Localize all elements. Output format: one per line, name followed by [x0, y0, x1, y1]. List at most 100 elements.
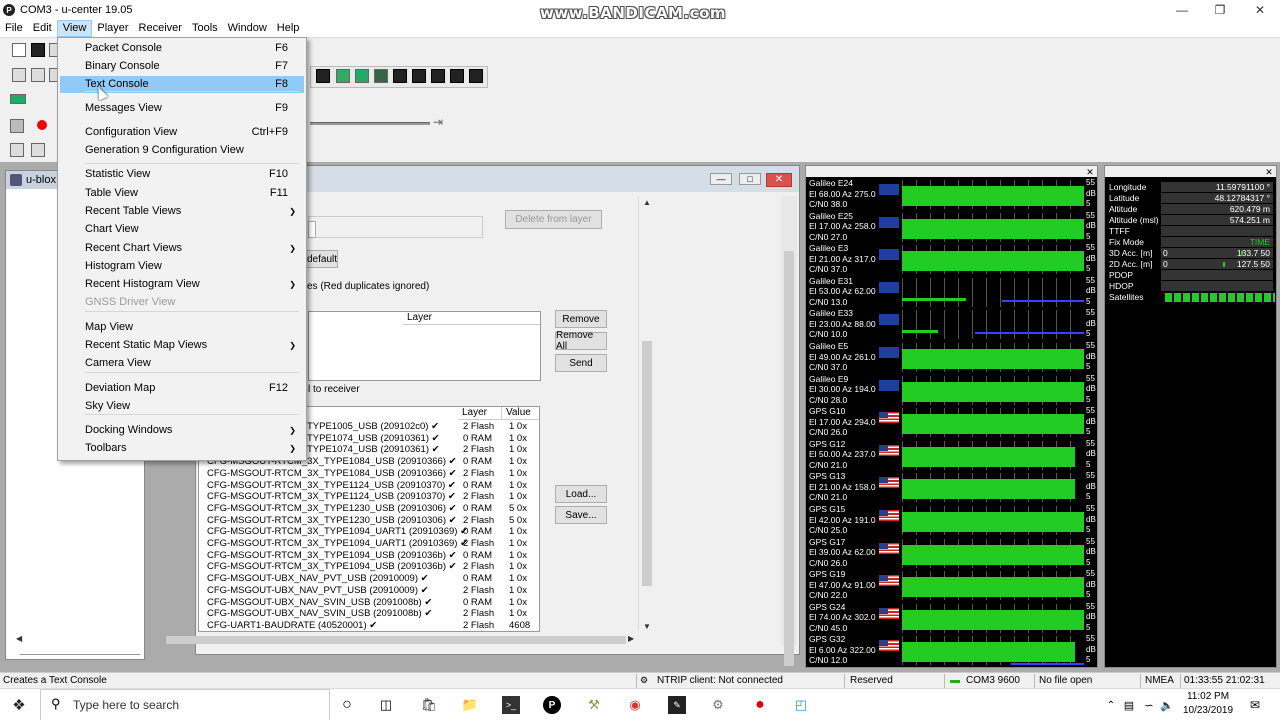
- chrome-icon[interactable]: ◉: [626, 696, 644, 714]
- table-row[interactable]: CFG-MSGOUT-RTCM_3X_TYPE1124_USB (2091037…: [199, 491, 539, 503]
- table-row[interactable]: CFG-MSGOUT-UBX_NAV_PVT_USB (20910009) ✔ 2…: [199, 585, 539, 597]
- view-menu-item-docking-windows[interactable]: Docking Windows ❯: [60, 422, 304, 439]
- config-maximize-icon[interactable]: □: [739, 173, 761, 185]
- toolbar-icon-4[interactable]: [10, 143, 24, 157]
- view-menu-item-statistic-view[interactable]: Statistic View F10: [60, 166, 304, 183]
- view-menu-item-recent-histogram-view[interactable]: Recent Histogram View ❯: [60, 276, 304, 293]
- menu-tools[interactable]: Tools: [187, 20, 223, 37]
- toolbar-icon-1[interactable]: [12, 68, 26, 82]
- pending-config-list[interactable]: Layer: [308, 311, 541, 381]
- task-view-icon[interactable]: ◫: [377, 696, 395, 714]
- network-tray-icon[interactable]: ▤: [1120, 696, 1138, 714]
- table-row[interactable]: CFG-MSGOUT-RTCM_3X_TYPE1094_UART1 (20910…: [199, 538, 539, 550]
- config-vertical-scrollbar[interactable]: ▲ ▼: [638, 196, 654, 631]
- remove-all-button[interactable]: Remove All: [555, 330, 607, 352]
- file-explorer-icon[interactable]: 📁: [461, 696, 479, 714]
- toolbar-icon-5[interactable]: [31, 143, 45, 157]
- view-menu-item-packet-console[interactable]: Packet Console F6: [60, 40, 304, 57]
- eject-icon[interactable]: [10, 119, 24, 133]
- table-row[interactable]: CFG-MSGOUT-UBX_NAV_SVIN_USB (2091008b) ✔…: [199, 608, 539, 620]
- wifi-icon[interactable]: ∽: [1140, 696, 1158, 714]
- view-menu-item-histogram-view[interactable]: Histogram View: [60, 258, 304, 275]
- connect-icon[interactable]: [10, 94, 26, 104]
- view-menu-item-gnss-driver-view[interactable]: GNSS Driver View: [60, 294, 304, 311]
- view-menu-item-recent-chart-views[interactable]: Recent Chart Views ❯: [60, 240, 304, 257]
- key-input[interactable]: [308, 221, 316, 238]
- record-icon[interactable]: [37, 120, 47, 130]
- view-menu-item-configuration-view[interactable]: Configuration View Ctrl+F9: [60, 124, 304, 141]
- close-icon[interactable]: ✕: [1240, 0, 1280, 20]
- view-menu-item-binary-console[interactable]: Binary Console F7: [60, 58, 304, 75]
- view-menu-item-sky-view[interactable]: Sky View: [60, 398, 304, 415]
- config-close-icon[interactable]: ✕: [766, 173, 792, 187]
- minimize-icon[interactable]: —: [1162, 0, 1202, 20]
- tool-app-icon[interactable]: ⚒: [585, 696, 603, 714]
- toolbar-icon-7[interactable]: [336, 69, 350, 83]
- toolbar-icon-10[interactable]: [393, 69, 407, 83]
- toolbar-icon-14[interactable]: [469, 69, 483, 83]
- menu-view[interactable]: View: [56, 20, 93, 37]
- default-button[interactable]: default: [306, 250, 338, 268]
- view-menu-item-camera-view[interactable]: Camera View: [60, 355, 304, 372]
- toolbar-icon-9[interactable]: [374, 69, 388, 83]
- windows-start-icon[interactable]: ❖: [10, 696, 28, 714]
- view-menu-item-generation-9-configuration-view[interactable]: Generation 9 Configuration View: [60, 142, 304, 159]
- menu-edit[interactable]: Edit: [28, 20, 57, 37]
- table-row[interactable]: CFG-MSGOUT-RTCM_3X_TYPE1230_USB (2091030…: [199, 515, 539, 527]
- satellite-close-icon[interactable]: ✕: [1085, 167, 1095, 177]
- app-icon-4[interactable]: ◰: [792, 696, 810, 714]
- table-row[interactable]: CFG-MSGOUT-RTCM_3X_TYPE1094_USB (2091036…: [199, 561, 539, 573]
- volume-icon[interactable]: 🔈: [1158, 696, 1176, 714]
- table-row[interactable]: CFG-MSGOUT-UBX_NAV_PVT_USB (20910009) ✔ 0…: [199, 573, 539, 585]
- load-button[interactable]: Load...: [555, 485, 607, 503]
- playback-slider[interactable]: [310, 122, 430, 125]
- view-menu-item-recent-static-map-views[interactable]: Recent Static Map Views ❯: [60, 337, 304, 354]
- maximize-icon[interactable]: ❐: [1200, 0, 1240, 20]
- menu-help[interactable]: Help: [272, 20, 305, 37]
- toolbar-icon-8[interactable]: [355, 69, 369, 83]
- table-row[interactable]: CFG-MSGOUT-RTCM_3X_TYPE1094_UART1 (20910…: [199, 526, 539, 538]
- menu-file[interactable]: File: [0, 20, 28, 37]
- table-row[interactable]: CFG-MSGOUT-RTCM_3X_TYPE1124_USB (2091037…: [199, 480, 539, 492]
- taskbar-search[interactable]: ⚲ Type here to search: [40, 689, 330, 720]
- skip-end-icon[interactable]: ⇥: [433, 115, 443, 129]
- table-row[interactable]: CFG-MSGOUT-RTCM_3X_TYPE1230_USB (2091030…: [199, 503, 539, 515]
- table-row[interactable]: CFG-UART1-BAUDRATE (40520001) ✔ 2 Flash 46…: [199, 620, 539, 631]
- toolbar-icon-12[interactable]: [431, 69, 445, 83]
- toolbar-icon-6[interactable]: [316, 69, 330, 83]
- terminal-icon[interactable]: >_: [502, 696, 520, 714]
- config-minimize-icon[interactable]: —: [710, 173, 732, 185]
- u-center-taskbar-icon[interactable]: P: [543, 696, 561, 714]
- app-icon-2[interactable]: ✎: [668, 696, 686, 714]
- view-menu-item-chart-view[interactable]: Chart View: [60, 221, 304, 238]
- left-scrollbar[interactable]: [20, 654, 140, 655]
- store-icon[interactable]: 🛍: [420, 696, 438, 714]
- menu-window[interactable]: Window: [223, 20, 272, 37]
- toolbar-icon-11[interactable]: [412, 69, 426, 83]
- view-menu-item-deviation-map[interactable]: Deviation Map F12: [60, 380, 304, 397]
- outer-vertical-scrollbar[interactable]: [781, 196, 797, 666]
- remove-button[interactable]: Remove: [555, 310, 607, 328]
- delete-from-layer-button[interactable]: Delete from layer: [505, 210, 602, 229]
- horizontal-scrollbar[interactable]: ◀ ▶: [16, 634, 636, 646]
- app-icon-3[interactable]: ⚙: [709, 696, 727, 714]
- bandicam-icon[interactable]: ●: [751, 696, 769, 714]
- view-menu-item-map-view[interactable]: Map View: [60, 319, 304, 336]
- cortana-icon[interactable]: ○: [338, 696, 356, 714]
- toolbar-icon-13[interactable]: [450, 69, 464, 83]
- tray-chevron-icon[interactable]: ⌃: [1102, 696, 1120, 714]
- data-close-icon[interactable]: ✕: [1264, 167, 1274, 177]
- table-row[interactable]: CFG-MSGOUT-UBX_NAV_SVIN_USB (2091008b) ✔…: [199, 597, 539, 609]
- save-button[interactable]: Save...: [555, 506, 607, 524]
- view-menu-item-table-view[interactable]: Table View F11: [60, 185, 304, 202]
- menu-player[interactable]: Player: [92, 20, 133, 37]
- view-menu-item-messages-view[interactable]: Messages View F9: [60, 100, 304, 117]
- table-row[interactable]: CFG-MSGOUT-RTCM_3X_TYPE1084_USB (2091036…: [199, 468, 539, 480]
- menu-receiver[interactable]: Receiver: [134, 20, 187, 37]
- view-menu-item-recent-table-views[interactable]: Recent Table Views ❯: [60, 203, 304, 220]
- view-menu-item-toolbars[interactable]: Toolbars ❯: [60, 440, 304, 457]
- taskbar-clock[interactable]: 11:02 PM 10/23/2019: [1177, 690, 1239, 718]
- save-icon[interactable]: [31, 43, 45, 57]
- toolbar-icon-2[interactable]: [31, 68, 45, 82]
- send-button[interactable]: Send: [555, 354, 607, 372]
